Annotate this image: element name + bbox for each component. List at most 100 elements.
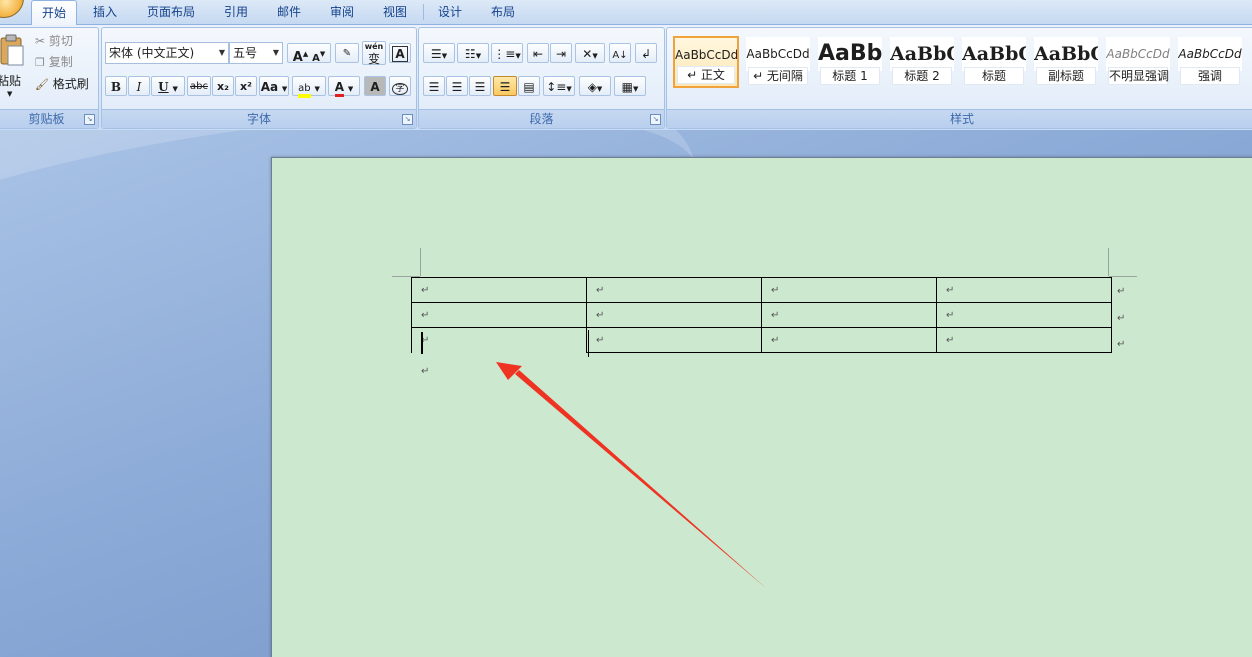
align-center-icon: ☰ [451, 80, 463, 94]
row-end-mark: ↵ [1117, 339, 1126, 350]
borders-button[interactable]: ▦▼ [614, 76, 646, 96]
enclose-char-button[interactable]: 字 [389, 76, 411, 96]
distributed-button[interactable]: ▤ [518, 76, 540, 96]
bullets-button[interactable]: ☰▼ [423, 43, 455, 63]
style-subtitle[interactable]: AaBbC 副标题 [1033, 36, 1099, 88]
paste-dropdown-icon[interactable]: ▼ [7, 90, 12, 98]
font-size-combo[interactable]: 五号 ▼ [229, 42, 283, 64]
tab-insert[interactable]: 插入 [82, 0, 128, 24]
style-heading-2[interactable]: AaBbC 标题 2 [889, 36, 955, 88]
format-painter-button[interactable]: 🖌 格式刷 [35, 75, 89, 93]
table-cell[interactable]: ↵ [411, 302, 587, 328]
align-center-button[interactable]: ☰ [446, 76, 468, 96]
italic-button[interactable]: I [128, 76, 150, 96]
bold-button[interactable]: B [105, 76, 127, 96]
paragraph-dialog-launcher[interactable]: ↘ [650, 114, 661, 125]
tab-separator [423, 4, 424, 20]
table-cell-removed-border[interactable]: ↵ [411, 327, 587, 353]
chevron-down-icon[interactable]: ▼ [442, 52, 447, 60]
change-case-icon: Aa [260, 80, 279, 94]
superscript-button[interactable]: x² [235, 76, 257, 96]
char-border-button[interactable]: A [389, 43, 411, 63]
tab-view[interactable]: 视图 [373, 0, 417, 24]
multilevel-list-button[interactable]: ⋮≡▼ [491, 43, 523, 63]
table-cell[interactable]: ↵ [586, 302, 762, 328]
font-dialog-launcher[interactable]: ↘ [402, 114, 413, 125]
style-sample: AaBbCcDd [746, 37, 810, 71]
chevron-down-icon[interactable]: ▼ [172, 85, 177, 93]
office-button[interactable] [0, 0, 24, 18]
table-cell[interactable]: ↵ [761, 302, 937, 328]
table-cell[interactable]: ↵ [936, 277, 1112, 303]
tab-references[interactable]: 引用 [214, 0, 258, 24]
style-sample: AaBb [818, 37, 882, 71]
underline-button[interactable]: U ▼ [151, 76, 185, 96]
table-cell[interactable]: ↵ [411, 277, 587, 303]
numbering-button[interactable]: ☷▼ [457, 43, 489, 63]
align-right-button[interactable]: ☰ [469, 76, 491, 96]
strikethrough-button[interactable]: abc [187, 76, 211, 96]
tab-mailings[interactable]: 邮件 [267, 0, 311, 24]
style-normal[interactable]: AaBbCcDd ↵ 正文 [673, 36, 739, 88]
shrink-font-icon[interactable]: A [312, 53, 320, 64]
chevron-down-icon[interactable]: ▼ [282, 85, 287, 93]
tab-home[interactable]: 开始 [31, 0, 77, 25]
table-cell[interactable]: ↵ [936, 327, 1112, 353]
style-no-spacing[interactable]: AaBbCcDd ↵ 无间隔 [745, 36, 811, 88]
show-marks-button[interactable]: ↲ [635, 43, 657, 63]
grow-font-icon[interactable]: A [293, 50, 303, 65]
multilevel-list-icon: ⋮≡ [493, 47, 516, 61]
style-subtle-emphasis[interactable]: AaBbCcDd 不明显强调 [1105, 36, 1171, 88]
paragraph-mark: ↵ [421, 366, 430, 377]
chinese-layout-button[interactable]: ✕▼ [575, 43, 605, 63]
copy-button[interactable]: ❐ 复制 [35, 53, 73, 71]
chevron-down-icon[interactable]: ▼ [219, 43, 225, 63]
clear-format-button[interactable]: ✎ [335, 43, 359, 63]
font-name-combo[interactable]: 宋体 (中文正文) ▼ [105, 42, 229, 64]
tab-review[interactable]: 审阅 [320, 0, 364, 24]
tab-layout[interactable]: 布局 [481, 0, 525, 24]
cell-divider-line [588, 330, 589, 357]
table-cell[interactable]: ↵ [761, 277, 937, 303]
align-left-button[interactable]: ☰ [423, 76, 445, 96]
chevron-down-icon[interactable]: ▼ [633, 85, 638, 93]
char-shading-button[interactable]: A [364, 76, 386, 96]
chevron-down-icon[interactable]: ▼ [592, 52, 597, 60]
tab-design[interactable]: 设计 [428, 0, 472, 24]
chevron-down-icon[interactable]: ▼ [566, 85, 571, 93]
highlighter-icon: ab [298, 83, 311, 98]
sort-button[interactable]: A↓ [609, 43, 631, 63]
table-cell[interactable]: ↵ [761, 327, 937, 353]
chevron-down-icon[interactable]: ▼ [314, 85, 319, 93]
justify-button[interactable]: ☰ [493, 76, 517, 96]
clipboard-dialog-launcher[interactable]: ↘ [84, 114, 95, 125]
chevron-down-icon[interactable]: ▼ [515, 52, 520, 60]
enclosed-char-icon: 字 [392, 83, 408, 95]
table-cell[interactable]: ↵ [936, 302, 1112, 328]
line-spacing-button[interactable]: ↕≡▼ [543, 76, 575, 96]
highlight-color-button[interactable]: ab ▼ [292, 76, 326, 98]
table-cell[interactable]: ↵ [586, 277, 762, 303]
chevron-down-icon[interactable]: ▼ [597, 85, 602, 93]
font-color-button[interactable]: A ▼ [328, 76, 360, 97]
copy-icon: ❐ [35, 56, 45, 69]
phonetic-guide-button[interactable]: wén 变 [362, 41, 386, 65]
subscript-button[interactable]: x₂ [212, 76, 234, 96]
increase-indent-button[interactable]: ⇥ [550, 43, 572, 63]
table-row: ↵ ↵ ↵ ↵ [411, 327, 1112, 353]
shading-button[interactable]: ◈▼ [579, 76, 611, 96]
document-page[interactable]: ↵ ↵ ↵ ↵ ↵ ↵ ↵ ↵ ↵ ↵ ↵ ↵ ↵ ↵ ↵ ↵ [271, 157, 1252, 657]
style-emphasis[interactable]: AaBbCcDd 强调 [1177, 36, 1243, 88]
text-cursor [421, 332, 423, 354]
change-case-button[interactable]: Aa ▼ [259, 76, 289, 96]
cut-button[interactable]: ✂ 剪切 [35, 32, 73, 50]
decrease-indent-button[interactable]: ⇤ [527, 43, 549, 63]
paste-button[interactable]: 粘贴 ▼ [0, 32, 25, 102]
style-heading-1[interactable]: AaBb 标题 1 [817, 36, 883, 88]
chevron-down-icon[interactable]: ▼ [273, 43, 279, 63]
tab-page-layout[interactable]: 页面布局 [138, 0, 204, 24]
table-cell[interactable]: ↵ [586, 327, 762, 353]
chevron-down-icon[interactable]: ▼ [476, 52, 481, 60]
style-title[interactable]: AaBbC 标题 [961, 36, 1027, 88]
chevron-down-icon[interactable]: ▼ [348, 85, 353, 93]
